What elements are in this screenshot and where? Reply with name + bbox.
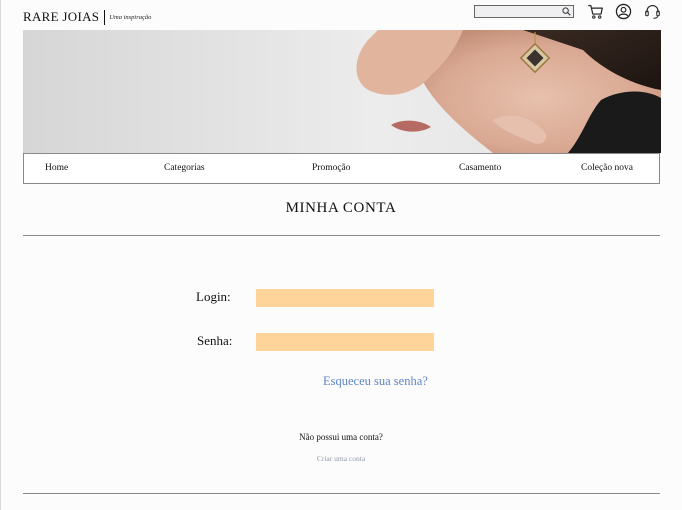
search-icon[interactable] xyxy=(562,7,571,16)
brand-logo[interactable]: RARE JOIAS Uma inspiração xyxy=(23,9,151,25)
nav-item-casamento[interactable]: Casamento xyxy=(459,163,501,173)
nav-item-home[interactable]: Home xyxy=(45,163,68,173)
forgot-password-link[interactable]: Esqueceu sua senha? xyxy=(323,374,428,389)
brand-divider xyxy=(104,9,106,25)
title-divider xyxy=(23,235,660,236)
nav-item-promocao[interactable]: Promoção xyxy=(312,163,351,173)
brand-tagline: Uma inspiração xyxy=(109,13,152,21)
search-box[interactable] xyxy=(474,5,574,18)
footer-divider xyxy=(23,493,660,494)
nav-item-categorias[interactable]: Categorias xyxy=(164,163,205,173)
main-navigation: Home Categorias Promoção Casamento Coleç… xyxy=(23,153,660,184)
search-input[interactable] xyxy=(477,6,561,17)
user-account-icon[interactable] xyxy=(615,3,632,20)
no-account-text: Não possui uma conta? xyxy=(299,432,383,442)
model-with-earring-photo xyxy=(356,30,661,153)
hero-banner-image xyxy=(23,30,661,153)
password-label: Senha: xyxy=(197,333,233,348)
headset-support-icon[interactable] xyxy=(644,3,661,20)
cart-icon[interactable] xyxy=(587,3,604,20)
page-title: MINHA CONTA xyxy=(285,200,397,216)
brand-name: RARE JOIAS xyxy=(23,9,100,24)
login-label: Login: xyxy=(196,289,231,304)
nav-item-colecao-nova[interactable]: Coleção nova xyxy=(581,163,633,173)
password-field[interactable] xyxy=(256,333,434,351)
login-field[interactable] xyxy=(256,289,434,307)
create-account-link[interactable]: Criar uma conta xyxy=(0,454,682,463)
